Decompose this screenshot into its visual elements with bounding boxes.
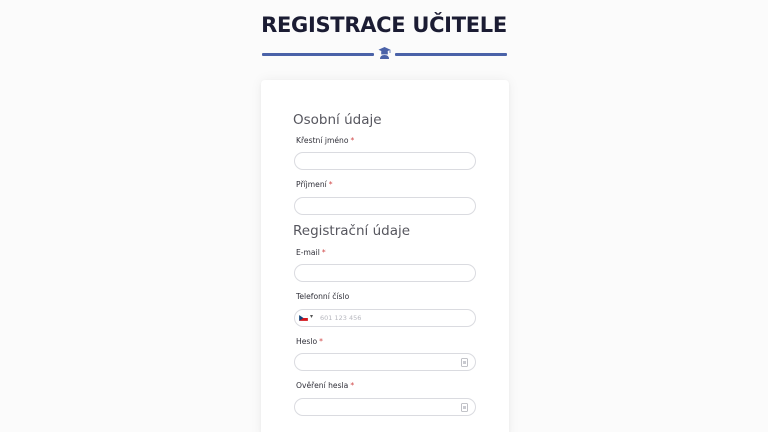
password-field[interactable]	[294, 353, 476, 371]
last-name-label-text: Příjmení	[296, 180, 327, 189]
eye-icon[interactable]	[461, 358, 468, 367]
password-confirm-label-text: Ověření hesla	[296, 381, 349, 390]
eye-icon[interactable]	[461, 403, 468, 412]
divider-line-right	[395, 53, 507, 56]
phone-field[interactable]: ▾ 601 123 456	[294, 309, 476, 327]
graduation-cap-icon	[378, 47, 391, 59]
email-label-text: E-mail	[296, 248, 320, 257]
page-title: REGISTRACE UČITELE	[261, 13, 507, 37]
divider-line-left	[262, 53, 374, 56]
first-name-label-text: Křestní jméno	[296, 136, 349, 145]
required-mark: *	[321, 248, 326, 257]
email-label: E-mail *	[296, 248, 326, 257]
title-divider	[262, 46, 507, 62]
password-confirm-label: Ověření hesla *	[296, 381, 354, 390]
last-name-field[interactable]	[294, 197, 476, 215]
password-label-text: Heslo	[296, 337, 318, 346]
first-name-label: Křestní jméno *	[296, 136, 354, 145]
phone-placeholder: 601 123 456	[320, 314, 362, 322]
required-mark: *	[350, 381, 355, 390]
section-title-registration: Registrační údaje	[293, 223, 411, 239]
czech-flag-icon[interactable]	[299, 315, 308, 321]
phone-label: Telefonní číslo	[296, 292, 350, 301]
password-confirm-field[interactable]	[294, 398, 476, 416]
section-title-personal: Osobní údaje	[293, 112, 382, 128]
password-label: Heslo *	[296, 337, 323, 346]
first-name-field[interactable]	[294, 152, 476, 170]
last-name-label: Příjmení *	[296, 180, 333, 189]
required-mark: *	[350, 136, 355, 145]
registration-form-card: Osobní údaje Křestní jméno * Příjmení * Re…	[261, 80, 509, 432]
email-field[interactable]	[294, 264, 476, 282]
required-mark: *	[319, 337, 323, 346]
country-dropdown-caret-icon[interactable]: ▾	[310, 313, 313, 320]
required-mark: *	[328, 180, 333, 189]
